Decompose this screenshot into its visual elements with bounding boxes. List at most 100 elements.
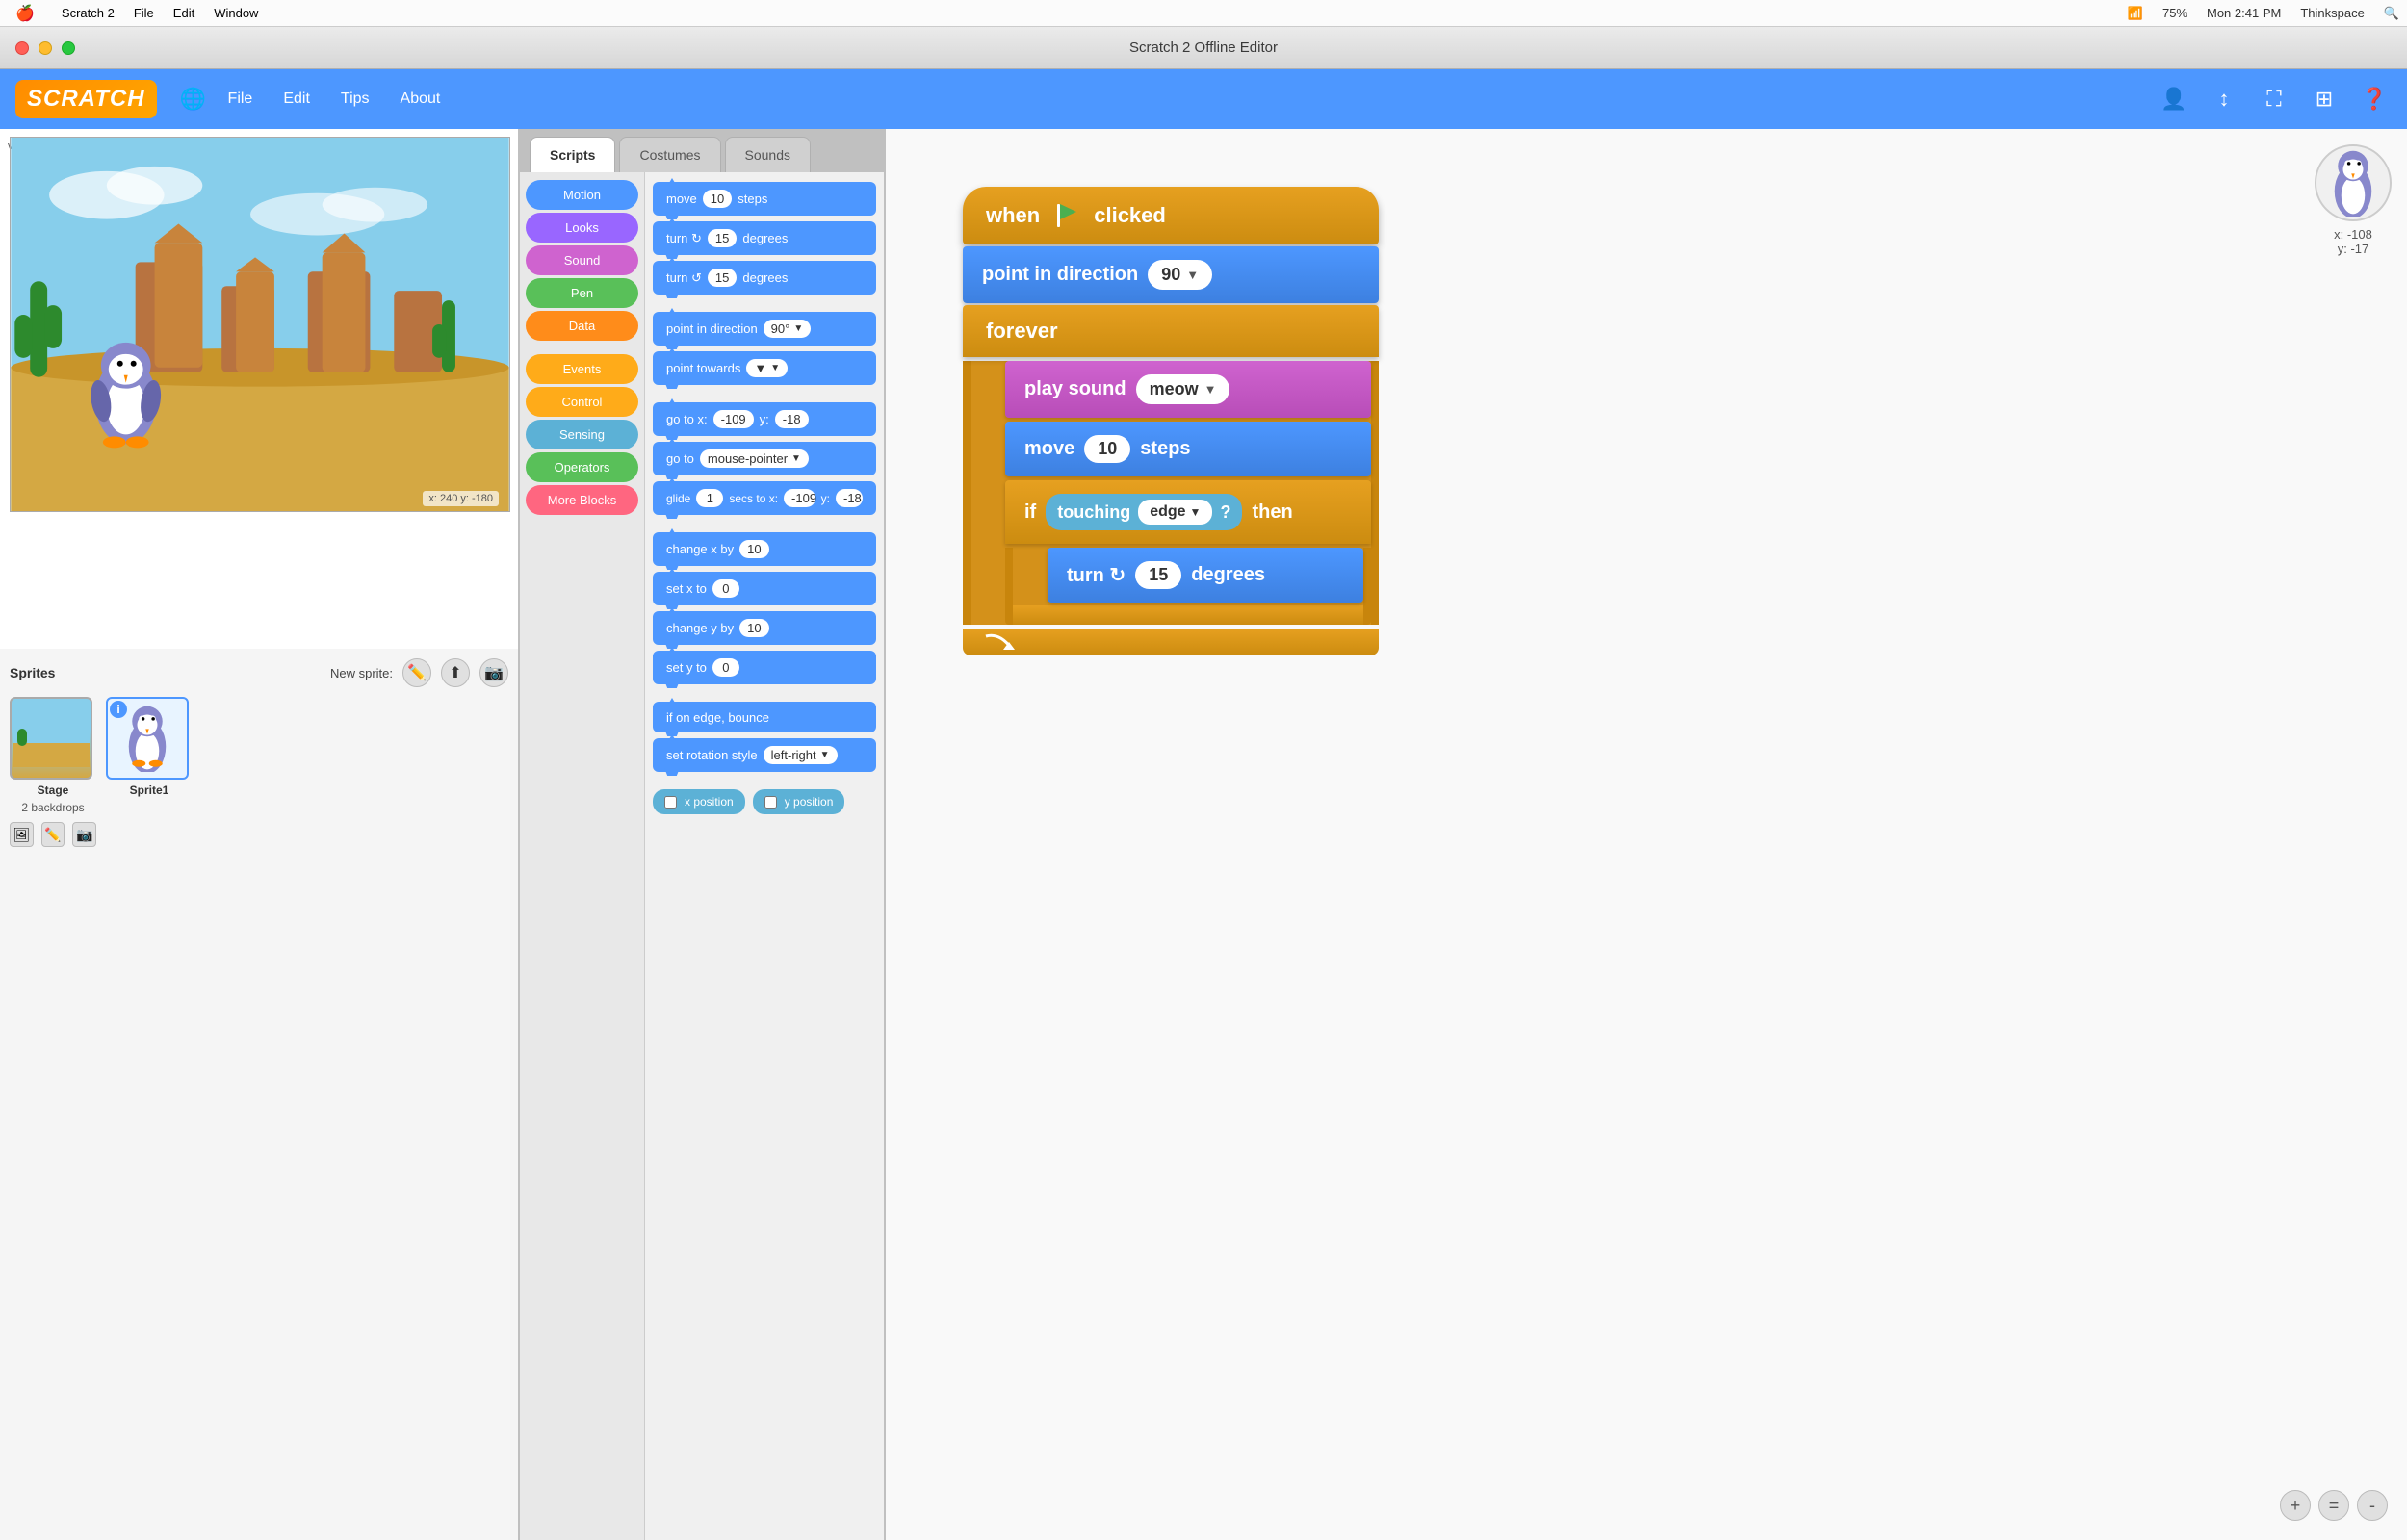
block-sety-input[interactable]: 0	[712, 658, 739, 677]
block-y-pos[interactable]: y position	[753, 789, 845, 814]
globe-icon[interactable]: 🌐	[176, 82, 211, 116]
nav-about[interactable]: About	[387, 85, 454, 114]
apple-menu[interactable]: 🍎	[8, 2, 42, 25]
search-icon[interactable]: 🔍	[2384, 6, 2399, 21]
person-icon[interactable]: 👤	[2157, 82, 2191, 116]
edge-dropdown[interactable]: edge ▼	[1138, 500, 1212, 525]
zoom-reset-button[interactable]: =	[2318, 1490, 2349, 1521]
cat-events[interactable]: Events	[526, 354, 638, 384]
camera-sprite-button[interactable]: 📷	[479, 658, 508, 687]
block-glide-y[interactable]: -18	[836, 489, 863, 507]
cat-more-blocks[interactable]: More Blocks	[526, 485, 638, 515]
cat-looks[interactable]: Looks	[526, 213, 638, 243]
block-x-pos[interactable]: x position	[653, 789, 745, 814]
cat-data[interactable]: Data	[526, 311, 638, 341]
stage-canvas[interactable]	[10, 137, 510, 512]
block-turn-cw[interactable]: turn ↻ 15 degrees	[653, 221, 876, 255]
block-move-steps[interactable]: move 10 steps	[653, 182, 876, 216]
app-menu-scratch[interactable]: Scratch 2	[54, 4, 122, 22]
block-glide[interactable]: glide 1 secs to x: -109 y: -18	[653, 481, 876, 515]
sprite-info-btn[interactable]: i	[110, 701, 127, 718]
cat-pen[interactable]: Pen	[526, 278, 638, 308]
block-setx-input[interactable]: 0	[712, 579, 739, 598]
app-menu-file[interactable]: File	[126, 4, 162, 22]
forever-block-container: forever play sound meow ▼	[963, 305, 1379, 655]
sprite1-item[interactable]: i	[106, 697, 193, 847]
y-pos-checkbox[interactable]	[764, 796, 777, 808]
block-change-x[interactable]: change x by 10	[653, 532, 876, 566]
stage-sprite-item[interactable]: Stage 2 backdrops 🖼 ✏️ 📷	[10, 697, 96, 847]
block-set-x[interactable]: set x to 0	[653, 572, 876, 605]
block-chgx-input[interactable]: 10	[739, 540, 768, 558]
block-turn-ccw-input[interactable]: 15	[708, 269, 737, 287]
minimize-button[interactable]	[39, 41, 52, 55]
cat-control[interactable]: Control	[526, 387, 638, 417]
nav-file[interactable]: File	[215, 85, 267, 114]
paint-sprite-button[interactable]: ✏️	[402, 658, 431, 687]
x-pos-checkbox[interactable]	[664, 796, 677, 808]
tab-scripts[interactable]: Scripts	[530, 137, 615, 172]
block-change-y[interactable]: change y by 10	[653, 611, 876, 645]
move-block[interactable]: move 10 steps	[1005, 422, 1371, 476]
block-turn-cw-input[interactable]: 15	[708, 229, 737, 247]
upload-sprite-button[interactable]: ⬆	[441, 658, 470, 687]
nav-tips[interactable]: Tips	[327, 85, 383, 114]
grid-icon[interactable]: ⊞	[2307, 82, 2342, 116]
turn-block[interactable]: turn ↻ 15 degrees	[1048, 548, 1363, 603]
sprites-panel: Sprites New sprite: ✏️ ⬆ 📷	[0, 649, 518, 1540]
block-point-towards-dropdown[interactable]: ▼	[746, 359, 788, 377]
stage-paint-btn[interactable]: 🖼	[10, 822, 34, 847]
when-clicked-block[interactable]: when clicked	[963, 187, 1379, 244]
direction-dropdown[interactable]: 90 ▼	[1148, 260, 1212, 290]
block-glide-secs[interactable]: 1	[696, 489, 723, 507]
block-move-input[interactable]: 10	[703, 190, 732, 208]
main-layout: v444.4	[0, 129, 2407, 1540]
new-sprite-label: New sprite:	[330, 666, 393, 680]
app-menubar: SCRATCH 🌐 File Edit Tips About 👤 ↕ ⛶ ⊞ ❓	[0, 69, 2407, 129]
tab-costumes[interactable]: Costumes	[619, 137, 720, 172]
block-point-dir-dropdown[interactable]: 90°	[764, 320, 812, 338]
block-point-towards[interactable]: point towards ▼	[653, 351, 876, 385]
block-chgy-input[interactable]: 10	[739, 619, 768, 637]
block-goxy-x[interactable]: -109	[713, 410, 754, 428]
sound-dropdown[interactable]: meow ▼	[1136, 374, 1230, 404]
point-direction-block[interactable]: point in direction 90 ▼	[963, 246, 1379, 303]
cat-sensing[interactable]: Sensing	[526, 420, 638, 449]
block-rotation-style[interactable]: set rotation style left-right	[653, 738, 876, 772]
block-goxy-y[interactable]: -18	[775, 410, 809, 428]
block-turn-ccw-degrees: degrees	[742, 270, 788, 285]
stage-cam-btn[interactable]: 📷	[72, 822, 96, 847]
if-top[interactable]: if touching edge ▼ ?	[1005, 480, 1371, 544]
play-sound-block[interactable]: play sound meow ▼	[1005, 361, 1371, 418]
tab-sounds[interactable]: Sounds	[725, 137, 811, 172]
block-go-to[interactable]: go to mouse-pointer	[653, 442, 876, 475]
block-bounce[interactable]: if on edge, bounce	[653, 702, 876, 732]
block-bounce-label: if on edge, bounce	[666, 710, 769, 725]
block-glide-x[interactable]: -109	[784, 489, 815, 507]
block-turn-ccw[interactable]: turn ↺ 15 degrees	[653, 261, 876, 295]
forever-top[interactable]: forever	[963, 305, 1379, 357]
block-point-direction[interactable]: point in direction 90°	[653, 312, 876, 346]
cat-sound[interactable]: Sound	[526, 245, 638, 275]
arrow-icon[interactable]: ↕	[2207, 82, 2241, 116]
zoom-out-button[interactable]: -	[2357, 1490, 2388, 1521]
block-goto-dropdown[interactable]: mouse-pointer	[700, 449, 809, 468]
move-input[interactable]: 10	[1084, 435, 1130, 463]
zoom-in-button[interactable]: +	[2280, 1490, 2311, 1521]
nav-edit[interactable]: Edit	[270, 85, 324, 114]
cat-motion[interactable]: Motion	[526, 180, 638, 210]
touching-block[interactable]: touching edge ▼ ?	[1046, 494, 1242, 530]
cat-operators[interactable]: Operators	[526, 452, 638, 482]
block-go-xy[interactable]: go to x: -109 y: -18	[653, 402, 876, 436]
app-menu-edit[interactable]: Edit	[166, 4, 202, 22]
close-button[interactable]	[15, 41, 29, 55]
app-menu-window[interactable]: Window	[206, 4, 266, 22]
fullscreen-icon[interactable]: ⛶	[2257, 82, 2291, 116]
block-rotstyle-dropdown[interactable]: left-right	[764, 746, 838, 764]
turn-input[interactable]: 15	[1135, 561, 1181, 589]
block-set-y[interactable]: set y to 0	[653, 651, 876, 684]
script-canvas[interactable]: when clicked point in direction 90 ▼	[886, 129, 2407, 1540]
maximize-button[interactable]	[62, 41, 75, 55]
stage-edit-btn[interactable]: ✏️	[41, 822, 65, 847]
help-icon[interactable]: ❓	[2357, 82, 2392, 116]
